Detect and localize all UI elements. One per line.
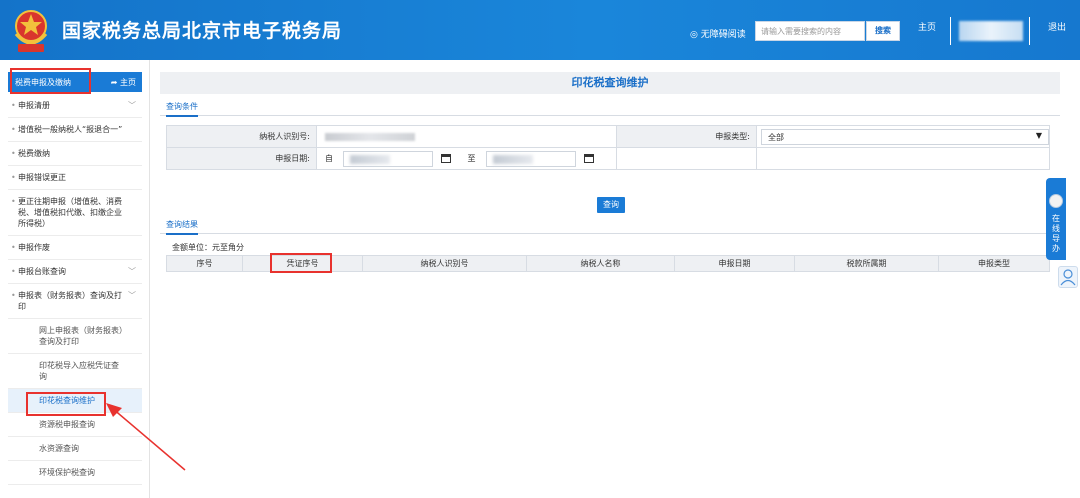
bullet-icon: • xyxy=(11,101,16,110)
query-tab-row: 查询条件 xyxy=(160,96,1060,117)
user-info xyxy=(950,17,1030,45)
user-outline-icon xyxy=(1060,269,1076,286)
sidebar-item-label: 环境保护税查询 xyxy=(39,468,95,477)
bullet-icon: • xyxy=(11,291,16,300)
empty-cell xyxy=(616,147,757,170)
sidebar-item-label: 水资源查询 xyxy=(39,444,79,453)
col-tax-period: 税款所属期 xyxy=(794,255,939,272)
chevron-down-icon: ﹀ xyxy=(128,101,136,110)
online-guide-text: 在 线 导 办 xyxy=(1051,214,1061,254)
col-index: 序号 xyxy=(166,255,243,272)
highlight-box-voucher-no xyxy=(270,253,332,273)
declare-type-cell: 全部 ▼ xyxy=(756,125,1050,148)
taxpayer-id-blurred xyxy=(325,132,415,141)
sidebar-item-label: 增值税一般纳税人“报退合一” xyxy=(18,125,123,134)
sidebar-item-online-report-print[interactable]: 网上申报表（财务报表）查询及打印 xyxy=(8,319,142,354)
bullet-icon: • xyxy=(11,267,16,276)
accessibility-link[interactable]: ◎ 无障碍阅读 xyxy=(690,27,746,40)
sidebar-item-tax-payment[interactable]: • 税费缴纳 xyxy=(8,142,142,166)
sidebar-item-label: 印花税导入应税凭证查询 xyxy=(39,361,119,381)
bullet-icon: • xyxy=(11,197,16,206)
chevron-down-icon: ▼ xyxy=(1035,130,1042,140)
sidebar-item-label: 网上申报表（财务报表）查询及打印 xyxy=(39,326,123,346)
sidebar-home-link[interactable]: ➦ 主页 xyxy=(111,77,136,88)
sidebar-item-label: 申报清册 xyxy=(18,101,50,110)
chevron-down-icon: ﹀ xyxy=(128,267,136,276)
result-tab-row: 查询结果 xyxy=(160,214,1060,235)
logout-link[interactable]: 退出 xyxy=(1048,20,1066,33)
taxpayer-id-label: 纳税人识别号: xyxy=(166,125,317,148)
empty-cell xyxy=(756,147,1050,170)
search-button[interactable]: 搜索 xyxy=(866,21,900,41)
guide-char: 办 xyxy=(1052,244,1060,253)
calendar-icon[interactable] xyxy=(583,154,594,163)
bullet-icon: • xyxy=(11,149,16,158)
site-title: 国家税务总局北京市电子税务局 xyxy=(62,20,343,42)
col-taxpayer-id: 纳税人识别号 xyxy=(362,255,527,272)
date-from-input[interactable] xyxy=(343,150,433,167)
bullet-icon: • xyxy=(11,243,16,252)
sidebar-item-declare-void[interactable]: • 申报作废 xyxy=(8,236,142,260)
sidebar-item-label: 资源税申报查询 xyxy=(39,420,95,429)
main-content: 印花税查询维护 查询条件 纳税人识别号: 申报类型: 全部 ▼ 申报日期: 自 至… xyxy=(160,72,1060,498)
sidebar-item-vat-combined[interactable]: • 增值税一般纳税人“报退合一” xyxy=(8,118,142,142)
declare-date-range: 自 至 xyxy=(316,147,617,170)
date-from-blurred xyxy=(350,154,390,164)
sidebar-item-label: 申报表（财务报表）查询及打印 xyxy=(18,291,122,311)
online-guide-panel[interactable]: 在 线 导 办 xyxy=(1046,178,1066,260)
sidebar-item-stamp-import-query[interactable]: 印花税导入应税凭证查询 xyxy=(8,354,142,389)
query-form: 纳税人识别号: 申报类型: 全部 ▼ 申报日期: 自 至 xyxy=(166,125,1050,170)
sidebar-item-past-correction[interactable]: • 更正往期申报（增值税、消费税、增值税扣代缴、扣缴企业所得税） xyxy=(8,190,142,236)
tab-query-conditions[interactable]: 查询条件 xyxy=(166,101,198,117)
guide-char: 线 xyxy=(1052,224,1060,233)
date-to-blurred xyxy=(492,154,533,164)
calendar-icon[interactable] xyxy=(441,154,451,163)
declare-date-label: 申报日期: xyxy=(166,147,317,170)
float-user-icon[interactable] xyxy=(1058,266,1078,288)
sidebar-item-label: 更正往期申报（增值税、消费税、增值税扣代缴、扣缴企业所得税） xyxy=(18,197,122,228)
taxpayer-id-value xyxy=(316,125,617,148)
assistant-avatar-icon xyxy=(1049,194,1063,208)
highlight-box-stamp-maintain xyxy=(26,392,106,416)
sidebar-item-report-print[interactable]: • 申报表（财务报表）查询及打印 ﹀ xyxy=(8,284,142,319)
declare-type-select[interactable]: 全部 ▼ xyxy=(761,128,1049,145)
search-input[interactable]: 请输入需要搜索的内容 xyxy=(755,21,865,41)
tab-query-results[interactable]: 查询结果 xyxy=(166,219,198,235)
sidebar-item-label: 申报作废 xyxy=(18,243,50,252)
col-declare-type: 申报类型 xyxy=(938,255,1050,272)
col-taxpayer-name: 纳税人名称 xyxy=(526,255,675,272)
back-arrow-icon: ➦ xyxy=(110,78,118,87)
to-label: 至 xyxy=(467,154,476,163)
page-title: 印花税查询维护 xyxy=(160,72,1060,94)
sidebar-item-error-correction[interactable]: • 申报错误更正 xyxy=(8,166,142,190)
sidebar-item-label: 申报台账查询 xyxy=(18,267,66,276)
sidebar-item-ledger-query[interactable]: • 申报台账查询 ﹀ xyxy=(8,260,142,284)
sidebar-home-label: 主页 xyxy=(120,78,136,87)
query-button[interactable]: 查询 xyxy=(597,197,625,213)
col-declare-date: 申报日期 xyxy=(674,255,795,272)
sidebar-item-label: 申报错误更正 xyxy=(18,173,66,182)
highlight-box-menu xyxy=(10,68,91,94)
from-label: 自 xyxy=(325,154,333,163)
user-name-blurred xyxy=(959,21,1023,41)
sidebar-item-declare-list[interactable]: • 申报清册 ﹀ xyxy=(8,94,142,118)
date-to-input[interactable] xyxy=(485,150,576,167)
tax-emblem-icon xyxy=(14,10,48,52)
declare-type-label: 申报类型: xyxy=(616,125,757,148)
bullet-icon: • xyxy=(11,125,16,134)
header-home-link[interactable]: 主页 xyxy=(918,20,936,33)
amount-unit-note: 金额单位：元至角分 xyxy=(172,243,244,252)
chevron-down-icon: ﹀ xyxy=(128,291,136,300)
guide-char: 在 xyxy=(1052,214,1060,223)
sidebar-item-label: 税费缴纳 xyxy=(18,149,50,158)
site-header: 国家税务总局北京市电子税务局 ◎ 无障碍阅读 请输入需要搜索的内容 搜索 主页 … xyxy=(0,0,1080,60)
guide-char: 导 xyxy=(1052,234,1060,243)
declare-type-value: 全部 xyxy=(768,132,784,142)
bullet-icon: • xyxy=(11,173,16,182)
